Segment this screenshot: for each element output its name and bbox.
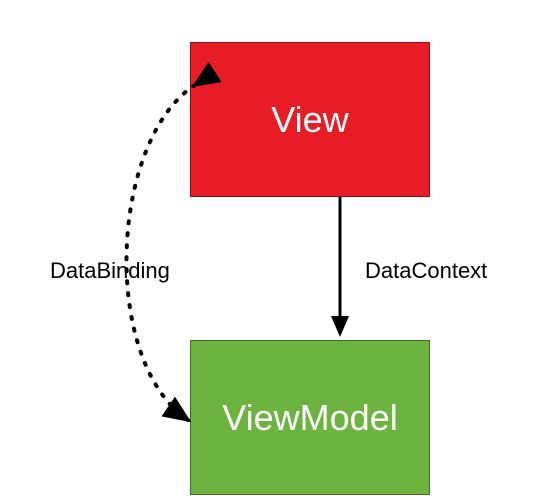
databinding-label: DataBinding (50, 258, 170, 284)
datacontext-label: DataContext (365, 258, 487, 284)
view-box-label: View (271, 99, 348, 141)
view-box: View (190, 42, 430, 197)
viewmodel-box: ViewModel (190, 340, 430, 495)
databinding-arrow (126, 85, 195, 420)
viewmodel-box-label: ViewModel (222, 397, 397, 439)
